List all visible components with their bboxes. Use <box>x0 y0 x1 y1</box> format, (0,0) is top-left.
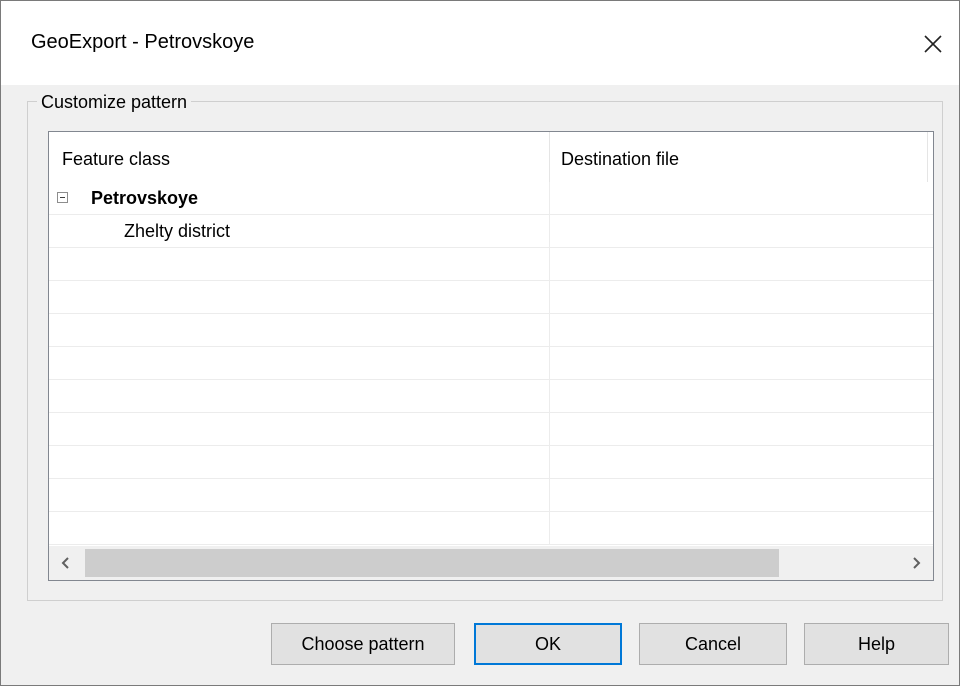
empty-row <box>49 347 933 380</box>
tree-row-child[interactable]: Zhelty district <box>49 215 933 248</box>
chevron-left-icon <box>61 557 69 569</box>
empty-row <box>49 281 933 314</box>
scroll-left-button[interactable] <box>49 546 83 580</box>
tree-row-root[interactable]: Petrovskoye <box>49 182 933 215</box>
column-header-destination-file[interactable]: Destination file <box>561 132 679 182</box>
column-divider[interactable] <box>549 132 550 182</box>
feature-cell: Petrovskoye <box>49 182 550 215</box>
empty-row <box>49 479 933 512</box>
empty-row <box>49 380 933 413</box>
collapse-toggle-icon[interactable] <box>57 192 68 203</box>
scroll-right-button[interactable] <box>899 546 933 580</box>
choose-pattern-button[interactable]: Choose pattern <box>271 623 455 665</box>
horizontal-scrollbar[interactable] <box>49 546 933 580</box>
empty-row <box>49 512 933 545</box>
tree-item-label: Zhelty district <box>124 221 231 241</box>
ok-button[interactable]: OK <box>474 623 622 665</box>
feature-cell: Zhelty district <box>49 215 550 248</box>
title-bar: GeoExport - Petrovskoye <box>1 1 959 85</box>
column-header-feature-class[interactable]: Feature class <box>62 132 170 182</box>
window-title: GeoExport - Petrovskoye <box>31 31 255 53</box>
dialog-window: GeoExport - Petrovskoye Customize patter… <box>0 0 960 686</box>
feature-class-list[interactable]: Feature class Destination file Petrovsko… <box>48 131 934 581</box>
chevron-right-icon <box>913 557 921 569</box>
cancel-button[interactable]: Cancel <box>639 623 787 665</box>
close-button[interactable] <box>906 17 960 71</box>
list-rows: Petrovskoye Zhelty district <box>49 182 933 545</box>
scrollbar-thumb[interactable] <box>85 549 779 577</box>
empty-row <box>49 413 933 446</box>
tree-item-label: Petrovskoye <box>91 188 199 208</box>
empty-row <box>49 446 933 479</box>
help-button[interactable]: Help <box>804 623 949 665</box>
empty-row <box>49 314 933 347</box>
column-divider[interactable] <box>927 132 928 182</box>
close-icon <box>924 35 942 53</box>
empty-row <box>49 248 933 281</box>
list-header: Feature class Destination file <box>49 132 933 182</box>
group-label: Customize pattern <box>37 92 192 113</box>
